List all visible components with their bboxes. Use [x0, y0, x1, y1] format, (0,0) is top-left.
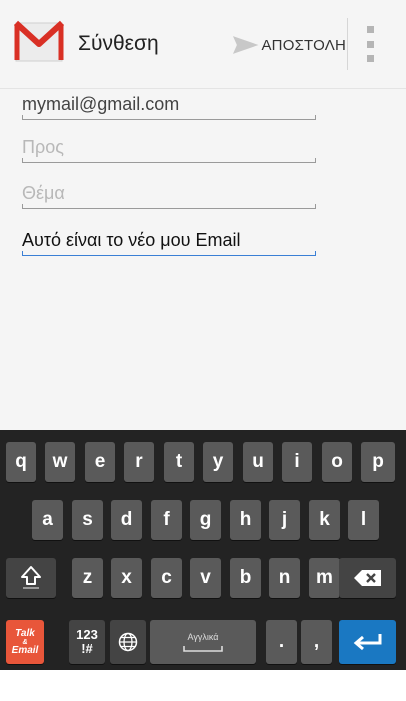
body-field[interactable]: Αυτό είναι το νέο μου Email	[22, 226, 316, 260]
key-o[interactable]: o	[322, 442, 352, 482]
key-v[interactable]: v	[190, 558, 221, 598]
period-key[interactable]: .	[266, 620, 297, 664]
to-placeholder: Προς	[22, 137, 64, 157]
subject-placeholder: Θέμα	[22, 183, 65, 203]
from-value: mymail@gmail.com	[22, 94, 180, 114]
key-p[interactable]: p	[361, 442, 395, 482]
overflow-menu-icon[interactable]	[365, 26, 375, 62]
globe-icon	[118, 632, 138, 652]
shift-icon	[21, 566, 41, 589]
talk-line3: Email	[11, 644, 39, 656]
key-i[interactable]: i	[282, 442, 312, 482]
key-t[interactable]: t	[164, 442, 194, 482]
compose-screen: Σύνθεση ΑΠΟΣΤΟΛΗ mymail@gmail.com Προς Θ…	[0, 0, 406, 430]
space-label: Αγγλικά	[187, 632, 219, 642]
key-z[interactable]: z	[72, 558, 103, 598]
comma-key[interactable]: ,	[301, 620, 332, 664]
key-y[interactable]: y	[203, 442, 233, 482]
page-title: Σύνθεση	[78, 32, 159, 55]
send-icon	[232, 36, 259, 54]
key-n[interactable]: n	[269, 558, 300, 598]
talk-email-key[interactable]: Talk & Email	[6, 620, 44, 664]
key-h[interactable]: h	[230, 500, 261, 540]
talk-line1: Talk	[15, 627, 35, 639]
key-l[interactable]: l	[348, 500, 379, 540]
key-c[interactable]: c	[151, 558, 182, 598]
key-b[interactable]: b	[230, 558, 261, 598]
space-icon	[183, 646, 223, 652]
key-g[interactable]: g	[190, 500, 221, 540]
symbols-line1: 123	[76, 627, 98, 642]
key-x[interactable]: x	[111, 558, 142, 598]
body-value: Αυτό είναι το νέο μου Email	[22, 230, 241, 250]
enter-key[interactable]	[339, 620, 396, 664]
language-key[interactable]	[110, 620, 146, 664]
shift-key[interactable]	[6, 558, 56, 598]
subject-field[interactable]: Θέμα	[22, 179, 316, 213]
key-k[interactable]: k	[309, 500, 340, 540]
key-d[interactable]: d	[111, 500, 142, 540]
key-u[interactable]: u	[243, 442, 273, 482]
key-q[interactable]: q	[6, 442, 36, 482]
key-j[interactable]: j	[269, 500, 300, 540]
key-s[interactable]: s	[72, 500, 103, 540]
to-field[interactable]: Προς	[22, 133, 316, 167]
action-bar: Σύνθεση ΑΠΟΣΤΟΛΗ	[0, 0, 406, 89]
send-button[interactable]: ΑΠΟΣΤΟΛΗ	[226, 20, 346, 70]
enter-icon	[353, 634, 381, 651]
send-label: ΑΠΟΣΤΟΛΗ	[261, 36, 346, 54]
action-divider	[347, 18, 348, 70]
key-w[interactable]: w	[45, 442, 75, 482]
keyboard: q w e r t y u i o p a s d f g h j k l z …	[0, 430, 406, 670]
symbols-line2: !#	[81, 641, 93, 656]
backspace-icon	[353, 570, 381, 586]
key-f[interactable]: f	[151, 500, 182, 540]
space-key[interactable]: Αγγλικά	[150, 620, 256, 664]
from-field[interactable]: mymail@gmail.com	[22, 90, 316, 124]
symbols-key[interactable]: 123 !#	[69, 620, 105, 664]
key-a[interactable]: a	[32, 500, 63, 540]
backspace-key[interactable]	[339, 558, 396, 598]
gmail-icon[interactable]	[13, 13, 65, 65]
key-r[interactable]: r	[124, 442, 154, 482]
key-e[interactable]: e	[85, 442, 115, 482]
key-m[interactable]: m	[309, 558, 340, 598]
